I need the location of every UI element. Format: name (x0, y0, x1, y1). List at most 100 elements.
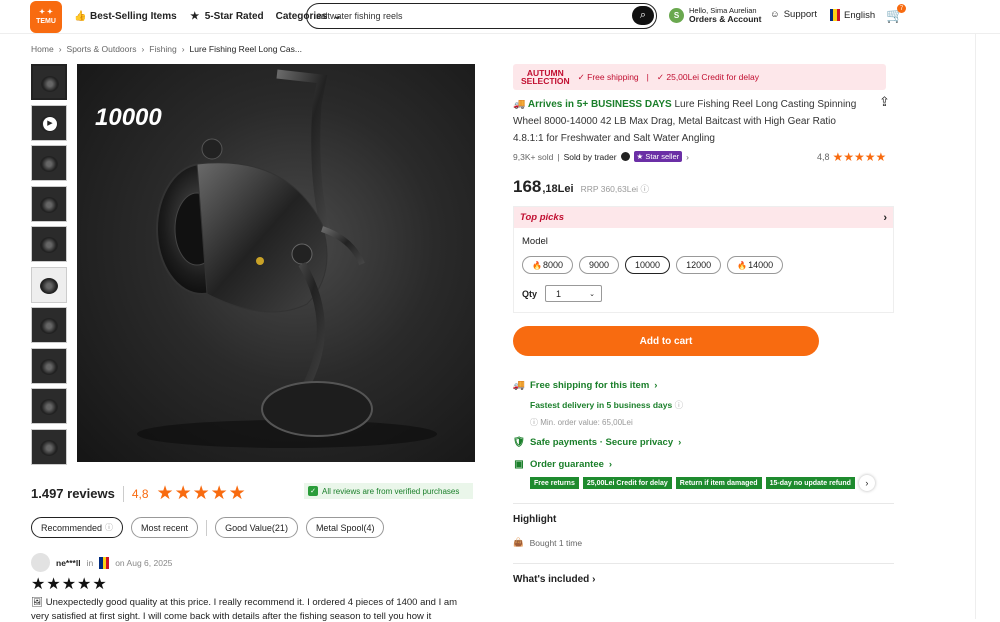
breadcrumb-separator: › (141, 44, 145, 54)
top-picks-label: Top picks (520, 212, 564, 223)
share-icon[interactable]: ⇪ (879, 94, 890, 110)
min-order-text: Min. order value: 65,00Lei (540, 418, 633, 427)
search-button[interactable]: ⌕ (632, 6, 654, 25)
filter-recommended[interactable]: Recommended ⓘ (31, 517, 124, 538)
thumbnail[interactable] (31, 64, 67, 100)
nav-best-selling[interactable]: 👍 Best-Selling Items (74, 11, 177, 23)
truck-icon: 🚚 (512, 379, 526, 391)
product-title: 🚚 Arrives in 5+ BUSINESS DAYS Lure Fishi… (513, 96, 863, 147)
guarantee-tag: 25,00Lei Credit for delay (582, 477, 672, 489)
model-option-8000[interactable]: 🔥 8000 (522, 256, 573, 274)
chevron-down-icon: ⌄ (589, 290, 596, 298)
badge-line2: SELECTION (521, 76, 570, 86)
thumbnail[interactable] (31, 185, 67, 222)
filter-label: Recommended (41, 522, 103, 533)
scrollbar-track[interactable] (975, 34, 976, 619)
free-shipping-service-text: Free shipping for this item (530, 379, 650, 391)
reviewer-info: ne***ll in on Aug 6, 2025 (31, 553, 471, 572)
model-option-label: 9000 (589, 260, 610, 270)
model-option-9000[interactable]: 9000 (579, 256, 620, 274)
rating-stars: ★★★★★ (156, 483, 247, 504)
filter-most-recent[interactable]: Most recent (131, 517, 199, 538)
options-panel: Top picks › Model 🔥 8000 9000 10000 12000… (513, 206, 894, 313)
whats-included-link[interactable]: What's included › (513, 574, 595, 585)
orders-account-link: Orders & Account (689, 14, 762, 24)
order-guarantee-service[interactable]: ▣ Order guarantee › (513, 458, 612, 470)
quantity-select[interactable]: 1 ⌄ (545, 285, 603, 302)
model-option-14000[interactable]: 🔥 14000 (727, 256, 784, 274)
model-option-10000[interactable]: 10000 (625, 256, 671, 274)
model-option-label: 14000 (748, 260, 774, 270)
reviews-summary: 1.497 reviews 4,8 ★★★★★ (31, 482, 247, 505)
verified-text: All reviews are from verified purchases (322, 486, 460, 496)
info-icon[interactable]: ⓘ (640, 184, 649, 194)
tags-next-button[interactable]: › (858, 475, 875, 491)
price-main: 168 (513, 177, 542, 196)
product-rating[interactable]: 4,8 ★★★★★ (817, 150, 886, 164)
account-text: Hello, Sima Aurelian Orders & Account (689, 6, 761, 24)
divider (206, 519, 208, 536)
shield-icon: 🛡 (512, 436, 526, 448)
safe-payments-text: Safe payments · Secure privacy (530, 436, 674, 448)
nav-five-star[interactable]: ★ 5-Star Rated (189, 11, 264, 23)
thumbnail[interactable] (31, 266, 67, 303)
chevron-right-icon[interactable]: › (686, 152, 689, 162)
model-option-12000[interactable]: 12000 (676, 256, 722, 274)
breadcrumb-fishing[interactable]: Fishing (149, 44, 176, 54)
cart-count-badge: 7 (897, 4, 906, 13)
review-text: Unexpectedly good quality at this price.… (31, 597, 458, 622)
translate-icon: 🖼 (31, 597, 46, 608)
temu-logo[interactable]: ✦ ✦ TEMU (30, 0, 62, 33)
thumbnail-strip: ▶ (31, 64, 68, 469)
guarantee-icon: ▣ (514, 458, 524, 470)
free-shipping-service[interactable]: 🚚 Free shipping for this item › (512, 379, 658, 391)
min-order: ⓘ Min. order value: 65,00Lei (530, 417, 633, 428)
product-rating-value: 4,8 (817, 152, 830, 162)
product-rating-stars: ★★★★★ (832, 150, 887, 164)
chevron-right-icon: › (678, 436, 682, 448)
sold-by[interactable]: Sold by trader (564, 152, 617, 162)
safe-payments-service[interactable]: 🛡 Safe payments · Secure privacy › (512, 436, 682, 448)
star-seller-text: Star seller (645, 152, 680, 161)
filter-label: Good Value(21) (225, 522, 288, 533)
product-main-image[interactable]: 10000 (77, 64, 475, 462)
quantity-row: Qty 1 ⌄ (522, 285, 603, 302)
promo-banner: AUTUMN SELECTION ✓ Free shipping | ✓ 25,… (513, 64, 886, 90)
filter-metal-spool[interactable]: Metal Spool(4) (305, 517, 385, 538)
language-selector[interactable]: English (830, 9, 875, 21)
avatar: S (669, 7, 684, 23)
breadcrumb-separator: › (58, 44, 62, 54)
search-input[interactable]: saltwater fishing reels ⌕ (306, 3, 657, 29)
review-stars: ★★★★★ (31, 576, 108, 593)
nav-five-star-label: 5-Star Rated (204, 11, 264, 22)
support-chat-icon: ☺ (770, 9, 780, 20)
filter-good-value[interactable]: Good Value(21) (215, 517, 298, 538)
qty-label: Qty (522, 288, 538, 299)
info-icon[interactable]: ⓘ (675, 400, 684, 410)
breadcrumb-home[interactable]: Home (31, 44, 54, 54)
support-label: Support (783, 9, 817, 20)
highlight-title: Highlight (513, 514, 557, 525)
thumbnail[interactable] (31, 307, 67, 343)
breadcrumb-separator: › (181, 44, 185, 54)
arrival-info: 🚚 Arrives in 5+ BUSINESS DAYS (513, 99, 672, 110)
top-picks-header[interactable]: Top picks › (514, 207, 893, 228)
hot-icon: 🔥 (532, 260, 542, 270)
breadcrumb-sports[interactable]: Sports & Outdoors (67, 44, 137, 54)
model-options: 🔥 8000 9000 10000 12000 🔥 14000 (522, 256, 784, 274)
review-count[interactable]: 1.497 reviews (31, 486, 115, 501)
thumbnail[interactable] (31, 145, 67, 181)
guarantee-tag: Free returns (530, 477, 579, 489)
seller-logo-icon (620, 152, 630, 161)
support-link[interactable]: ☺ Support (770, 9, 817, 20)
add-to-cart-button[interactable]: Add to cart (513, 326, 819, 356)
language-label: English (844, 9, 876, 21)
account-menu[interactable]: S Hello, Sima Aurelian Orders & Account (669, 6, 761, 24)
thumbnail[interactable] (31, 388, 67, 424)
bought-info: 👜 Bought 1 time (513, 537, 582, 548)
thumbnail[interactable] (31, 347, 67, 384)
review-filters: Recommended ⓘ Most recent Good Value(21) … (31, 517, 385, 538)
thumbnail[interactable] (31, 226, 67, 262)
thumbnail[interactable] (31, 428, 67, 465)
thumbnail-video[interactable]: ▶ (31, 104, 67, 141)
